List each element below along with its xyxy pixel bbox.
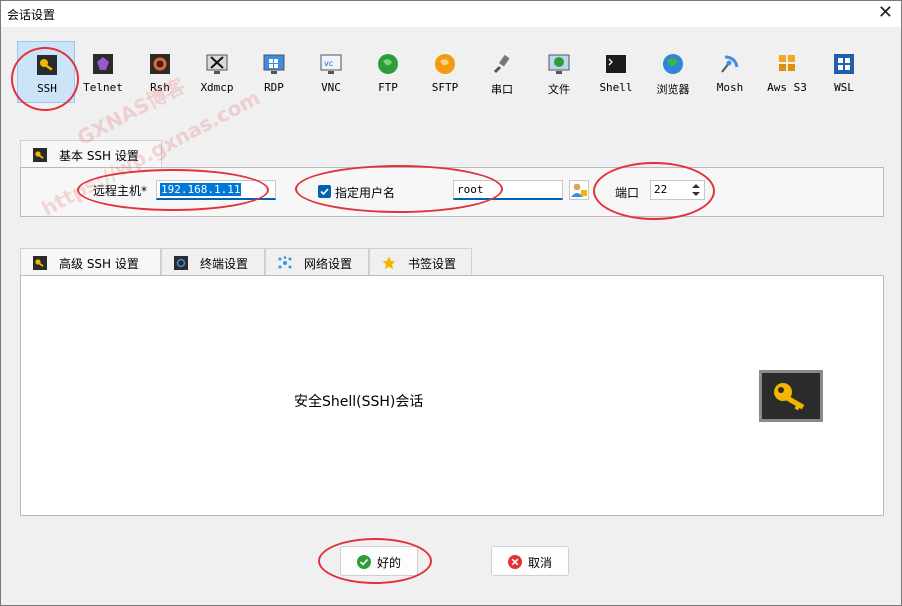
- remote-host-input[interactable]: 192.168.1.11: [156, 180, 276, 200]
- aws-s3-icon: [779, 55, 795, 71]
- close-icon[interactable]: ✕: [878, 3, 893, 23]
- network-icon: [278, 256, 292, 269]
- session-type-xdmcp[interactable]: Xdmcp: [188, 41, 246, 103]
- tab-terminal-settings[interactable]: 终端设置: [161, 248, 265, 276]
- ssh-key-logo-icon: [759, 370, 823, 422]
- session-type-wsl[interactable]: WSL: [815, 41, 873, 103]
- session-type-mosh[interactable]: Mosh: [701, 41, 759, 103]
- cancel-button[interactable]: 取消: [491, 546, 569, 576]
- serial-icon: [493, 54, 510, 74]
- port-label: 端口: [615, 186, 640, 200]
- wsl-icon: [834, 54, 854, 74]
- session-type-rdp[interactable]: RDP: [245, 41, 303, 103]
- title-bar: 会话设置 ✕: [1, 1, 901, 27]
- check-circle-icon: [357, 555, 371, 569]
- session-type-serial[interactable]: 串口: [473, 41, 531, 103]
- vnc-icon: vc: [320, 54, 342, 74]
- window-title: 会话设置: [7, 8, 56, 22]
- username-input[interactable]: root: [453, 180, 563, 200]
- specify-username-label: 指定用户名: [335, 186, 396, 200]
- session-type-file[interactable]: 文件: [530, 41, 588, 103]
- session-type-ftp[interactable]: FTP: [359, 41, 417, 103]
- tab-basic-ssh-settings[interactable]: 基本 SSH 设置: [20, 140, 162, 168]
- rsh-icon: [150, 54, 170, 74]
- session-type-sftp[interactable]: SFTP: [416, 41, 474, 103]
- tab-bookmark-settings[interactable]: 书签设置: [369, 248, 472, 276]
- session-type-telnet[interactable]: Telnet: [74, 41, 132, 103]
- svg-text:vc: vc: [324, 59, 333, 68]
- file-icon: [548, 54, 570, 74]
- key-icon: [33, 148, 47, 162]
- user-icon: [571, 183, 587, 197]
- session-type-aws-s3[interactable]: Aws S3: [758, 41, 816, 103]
- terminal-icon: [174, 256, 188, 270]
- rdp-icon: [263, 54, 285, 74]
- advanced-settings-panel: 安全Shell(SSH)会话: [20, 275, 884, 516]
- tab-advanced-ssh-settings[interactable]: 高级 SSH 设置: [20, 248, 161, 276]
- mosh-icon: [721, 55, 739, 73]
- tab-network-settings[interactable]: 网络设置: [265, 248, 369, 276]
- user-manager-button[interactable]: [569, 180, 589, 200]
- session-settings-dialog: 会话设置 ✕ SSH Telnet Rsh Xdmcp RDP vc VNC F…: [0, 0, 902, 606]
- specify-username-checkbox[interactable]: [318, 185, 331, 198]
- session-type-vnc[interactable]: vc VNC: [302, 41, 360, 103]
- session-type-browser[interactable]: 浏览器: [644, 41, 702, 103]
- session-description: 安全Shell(SSH)会话: [294, 394, 424, 410]
- session-type-ssh[interactable]: SSH: [17, 41, 75, 103]
- remote-host-label: 远程主机*: [93, 184, 148, 198]
- star-icon: [382, 256, 396, 270]
- cancel-circle-icon: [508, 555, 522, 569]
- checkmark-icon: [320, 188, 329, 196]
- telnet-icon: [93, 54, 113, 74]
- session-type-rsh[interactable]: Rsh: [131, 41, 189, 103]
- ok-button[interactable]: 好的: [340, 546, 418, 576]
- key-icon: [37, 55, 57, 75]
- basic-settings-panel: 远程主机* 192.168.1.11 指定用户名 root 端口 22: [20, 167, 884, 217]
- shell-icon: [606, 55, 626, 73]
- ftp-icon: [378, 54, 398, 74]
- key-icon: [33, 256, 47, 270]
- port-stepper[interactable]: [688, 180, 704, 200]
- xdmcp-icon: [206, 54, 228, 74]
- browser-icon: [663, 54, 683, 74]
- session-type-shell[interactable]: Shell: [587, 41, 645, 103]
- sftp-icon: [435, 54, 455, 74]
